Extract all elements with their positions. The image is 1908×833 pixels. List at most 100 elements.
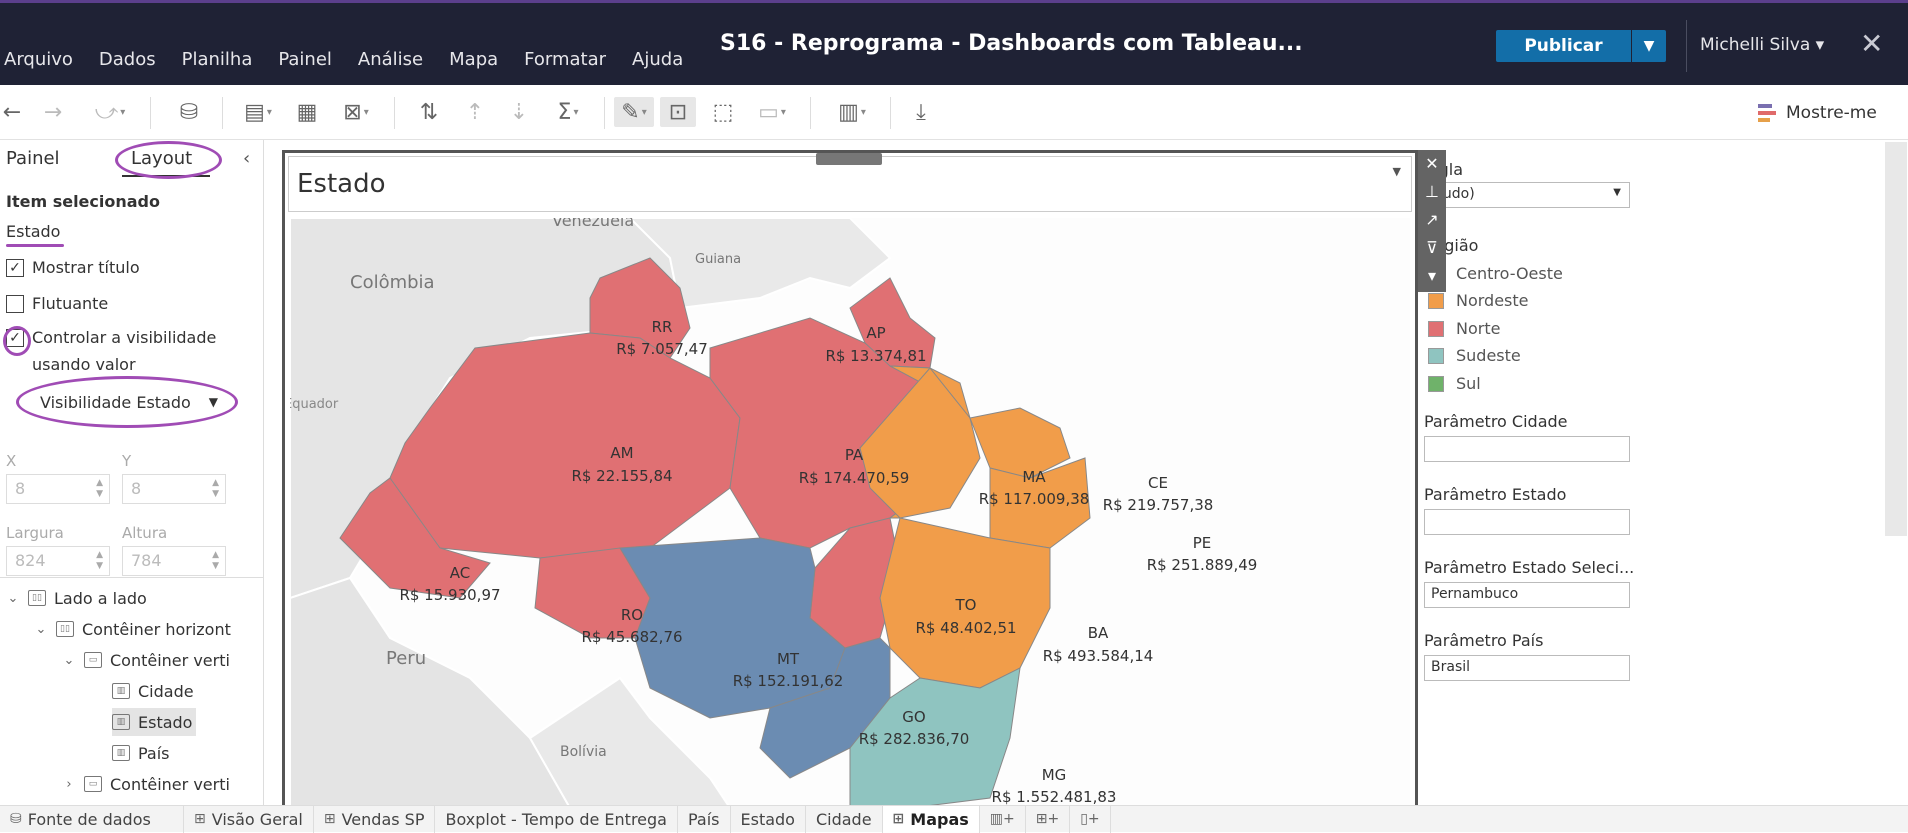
legend-item[interactable]: Norte <box>1428 319 1500 338</box>
replay-icon[interactable]: ⤻ ▾ <box>82 97 138 127</box>
param-cidade-input[interactable] <box>1424 436 1630 462</box>
menu-analise[interactable]: Análise <box>358 49 423 70</box>
title-bar: Arquivo Dados Planilha Painel Análise Ma… <box>0 0 1908 85</box>
divider <box>890 97 891 129</box>
database-icon: ⛁ <box>10 811 22 827</box>
x-input[interactable]: 8 ▲ ▼ <box>6 474 110 504</box>
dashboard-icon: ⊞ <box>892 811 905 827</box>
tab-data-source[interactable]: ⛁ Fonte de dados <box>0 805 184 833</box>
scrollbar[interactable] <box>1885 142 1907 536</box>
height-input[interactable]: 784 ▲ ▼ <box>122 546 226 576</box>
more-options-icon[interactable]: ▾ <box>1418 262 1446 290</box>
tree-item-vertical-container[interactable]: ⌄ ▭ Contêiner verti <box>62 646 230 674</box>
tiled-container-icon: ▯▯ <box>28 590 46 606</box>
param-estado-selecionado-input[interactable]: Pernambuco <box>1424 582 1630 608</box>
highlight-icon[interactable]: ✎ ▾ <box>614 97 654 127</box>
tab-cidade[interactable]: Cidade <box>806 805 883 833</box>
legend-swatch <box>1428 320 1444 337</box>
sort-ascending-icon[interactable]: ⇡ <box>460 97 490 127</box>
redo-icon[interactable]: → <box>40 97 66 127</box>
tab-boxplot[interactable]: Boxplot - Tempo de Entrega <box>435 805 678 833</box>
param-pais-input[interactable]: Brasil <box>1424 655 1630 681</box>
tree-item-cidade[interactable]: ▥ Cidade <box>112 677 194 705</box>
legend-swatch <box>1428 347 1444 364</box>
tree-item-vertical-container-2[interactable]: › ▭ Contêiner verti <box>62 770 230 798</box>
move-handle-icon[interactable] <box>816 153 882 165</box>
sort-descending-icon[interactable]: ⇣ <box>504 97 534 127</box>
legend-label: Nordeste <box>1456 291 1529 310</box>
sheet-icon: ▥ <box>112 745 130 761</box>
chevron-down-icon: ⌄ <box>7 590 19 606</box>
param-cidade-label: Parâmetro Cidade <box>1424 412 1568 431</box>
tab-label: Mapas <box>910 809 969 829</box>
menu-mapa[interactable]: Mapa <box>449 49 498 70</box>
tab-pais[interactable]: País <box>678 805 731 833</box>
width-value: 824 <box>15 551 46 570</box>
tab-vendas-sp[interactable]: ⊞ Vendas SP <box>314 805 436 833</box>
menu-ajuda[interactable]: Ajuda <box>632 49 683 70</box>
param-estado-input[interactable] <box>1424 509 1630 535</box>
checkbox-checked-icon: ✓ <box>6 259 24 277</box>
clear-sheet-icon[interactable]: ⊠ ▾ <box>336 97 376 127</box>
tree-item-tiled[interactable]: ⌄ ▯▯ Lado a lado <box>6 584 147 612</box>
annotate-icon[interactable]: ⬚ <box>708 97 738 127</box>
new-worksheet-button[interactable]: ▥+ <box>980 805 1026 833</box>
tree-item-estado[interactable]: ▥ Estado <box>112 708 197 736</box>
legend-item[interactable]: Nordeste <box>1428 291 1529 310</box>
vertical-container-icon: ▭ <box>84 652 102 668</box>
tab-visao-geral[interactable]: ⊞ Visão Geral <box>184 805 314 833</box>
tree-item-label: Estado <box>138 712 193 732</box>
menu-arquivo[interactable]: Arquivo <box>4 49 73 70</box>
floating-checkbox[interactable]: Flutuante <box>6 294 108 313</box>
publish-dropdown-button[interactable]: ▼ <box>1632 30 1666 62</box>
show-me-button[interactable]: Mostre-me <box>1758 103 1877 123</box>
close-icon[interactable]: ✕ <box>1860 27 1883 60</box>
toolbar: ← → ⤻ ▾ ⛁ ▤ ▾ ▦ ⊠ ▾ ⇅ ⇡ ⇣ Σ ▾ ✎ ▾ ⊡ ⬚ ▭ ▾ ▥ ▾ ⤓… <box>0 85 1908 140</box>
download-icon[interactable]: ⤓ <box>906 97 936 127</box>
menu-planilha[interactable]: Planilha <box>182 49 253 70</box>
tab-mapas[interactable]: ⊞ Mapas <box>882 805 980 833</box>
legend-swatch <box>1428 375 1444 392</box>
chevron-down-icon: ⌄ <box>63 652 75 668</box>
tab-label: Cidade <box>815 809 872 829</box>
show-title-checkbox[interactable]: ✓ Mostrar título <box>6 258 140 277</box>
new-datasource-icon[interactable]: ⛁ <box>174 97 204 127</box>
duplicate-sheet-icon[interactable]: ▦ <box>292 97 322 127</box>
presentation-icon[interactable]: ▥ ▾ <box>830 97 874 127</box>
pin-icon[interactable]: ⊥ <box>1418 178 1446 206</box>
tab-painel[interactable]: Painel <box>6 148 60 169</box>
tree-item-label: Cidade <box>138 681 194 701</box>
legend-item[interactable]: Sudeste <box>1428 346 1521 365</box>
sigla-filter-dropdown[interactable]: (Tudo) ▼ <box>1424 182 1630 208</box>
menu-formatar[interactable]: Formatar <box>524 49 606 70</box>
tree-item-pais[interactable]: ▥ País <box>112 739 170 767</box>
new-dashboard-button[interactable]: ⊞+ <box>1026 805 1071 833</box>
legend-item[interactable]: Sul <box>1428 374 1481 393</box>
legend-item[interactable]: Centro-Oeste <box>1428 264 1563 283</box>
tab-estado[interactable]: Estado <box>731 805 806 833</box>
y-input[interactable]: 8 ▲ ▼ <box>122 474 226 504</box>
new-story-button[interactable]: ▯+ <box>1070 805 1111 833</box>
width-input[interactable]: 824 ▲ ▼ <box>6 546 110 576</box>
chevron-right-icon: › <box>66 776 72 792</box>
divider <box>394 97 395 129</box>
text-labels-icon[interactable]: ⊡ <box>660 97 696 127</box>
menu-dados[interactable]: Dados <box>99 49 156 70</box>
tree-item-label: Contêiner horizont <box>82 619 231 639</box>
tree-item-horizontal-container[interactable]: ⌄ ▯▯ Contêiner horizont <box>34 615 231 643</box>
totals-icon[interactable]: Σ ▾ <box>548 97 588 127</box>
undo-icon[interactable]: ← <box>0 97 24 127</box>
go-to-sheet-icon[interactable]: ↗ <box>1418 206 1446 234</box>
workbook-title: S16 - Reprograma - Dashboards com Tablea… <box>720 31 1303 56</box>
filter-icon[interactable]: ⊽ <box>1418 234 1446 262</box>
new-worksheet-icon: ▥+ <box>989 811 1015 827</box>
swap-icon[interactable]: ⇅ <box>414 97 444 127</box>
new-sheet-icon[interactable]: ▤ ▾ <box>238 97 278 127</box>
fit-icon[interactable]: ▭ ▾ <box>752 97 792 127</box>
publish-button[interactable]: Publicar <box>1496 30 1631 62</box>
menu-painel[interactable]: Painel <box>278 49 332 70</box>
collapse-panel-icon[interactable]: ‹ <box>243 148 250 169</box>
user-menu[interactable]: Michelli Silva ▾ <box>1700 35 1824 55</box>
remove-icon[interactable]: ✕ <box>1418 150 1446 178</box>
visibility-checkbox[interactable]: ✓ Controlar a visibilidade usando valor <box>6 328 216 378</box>
